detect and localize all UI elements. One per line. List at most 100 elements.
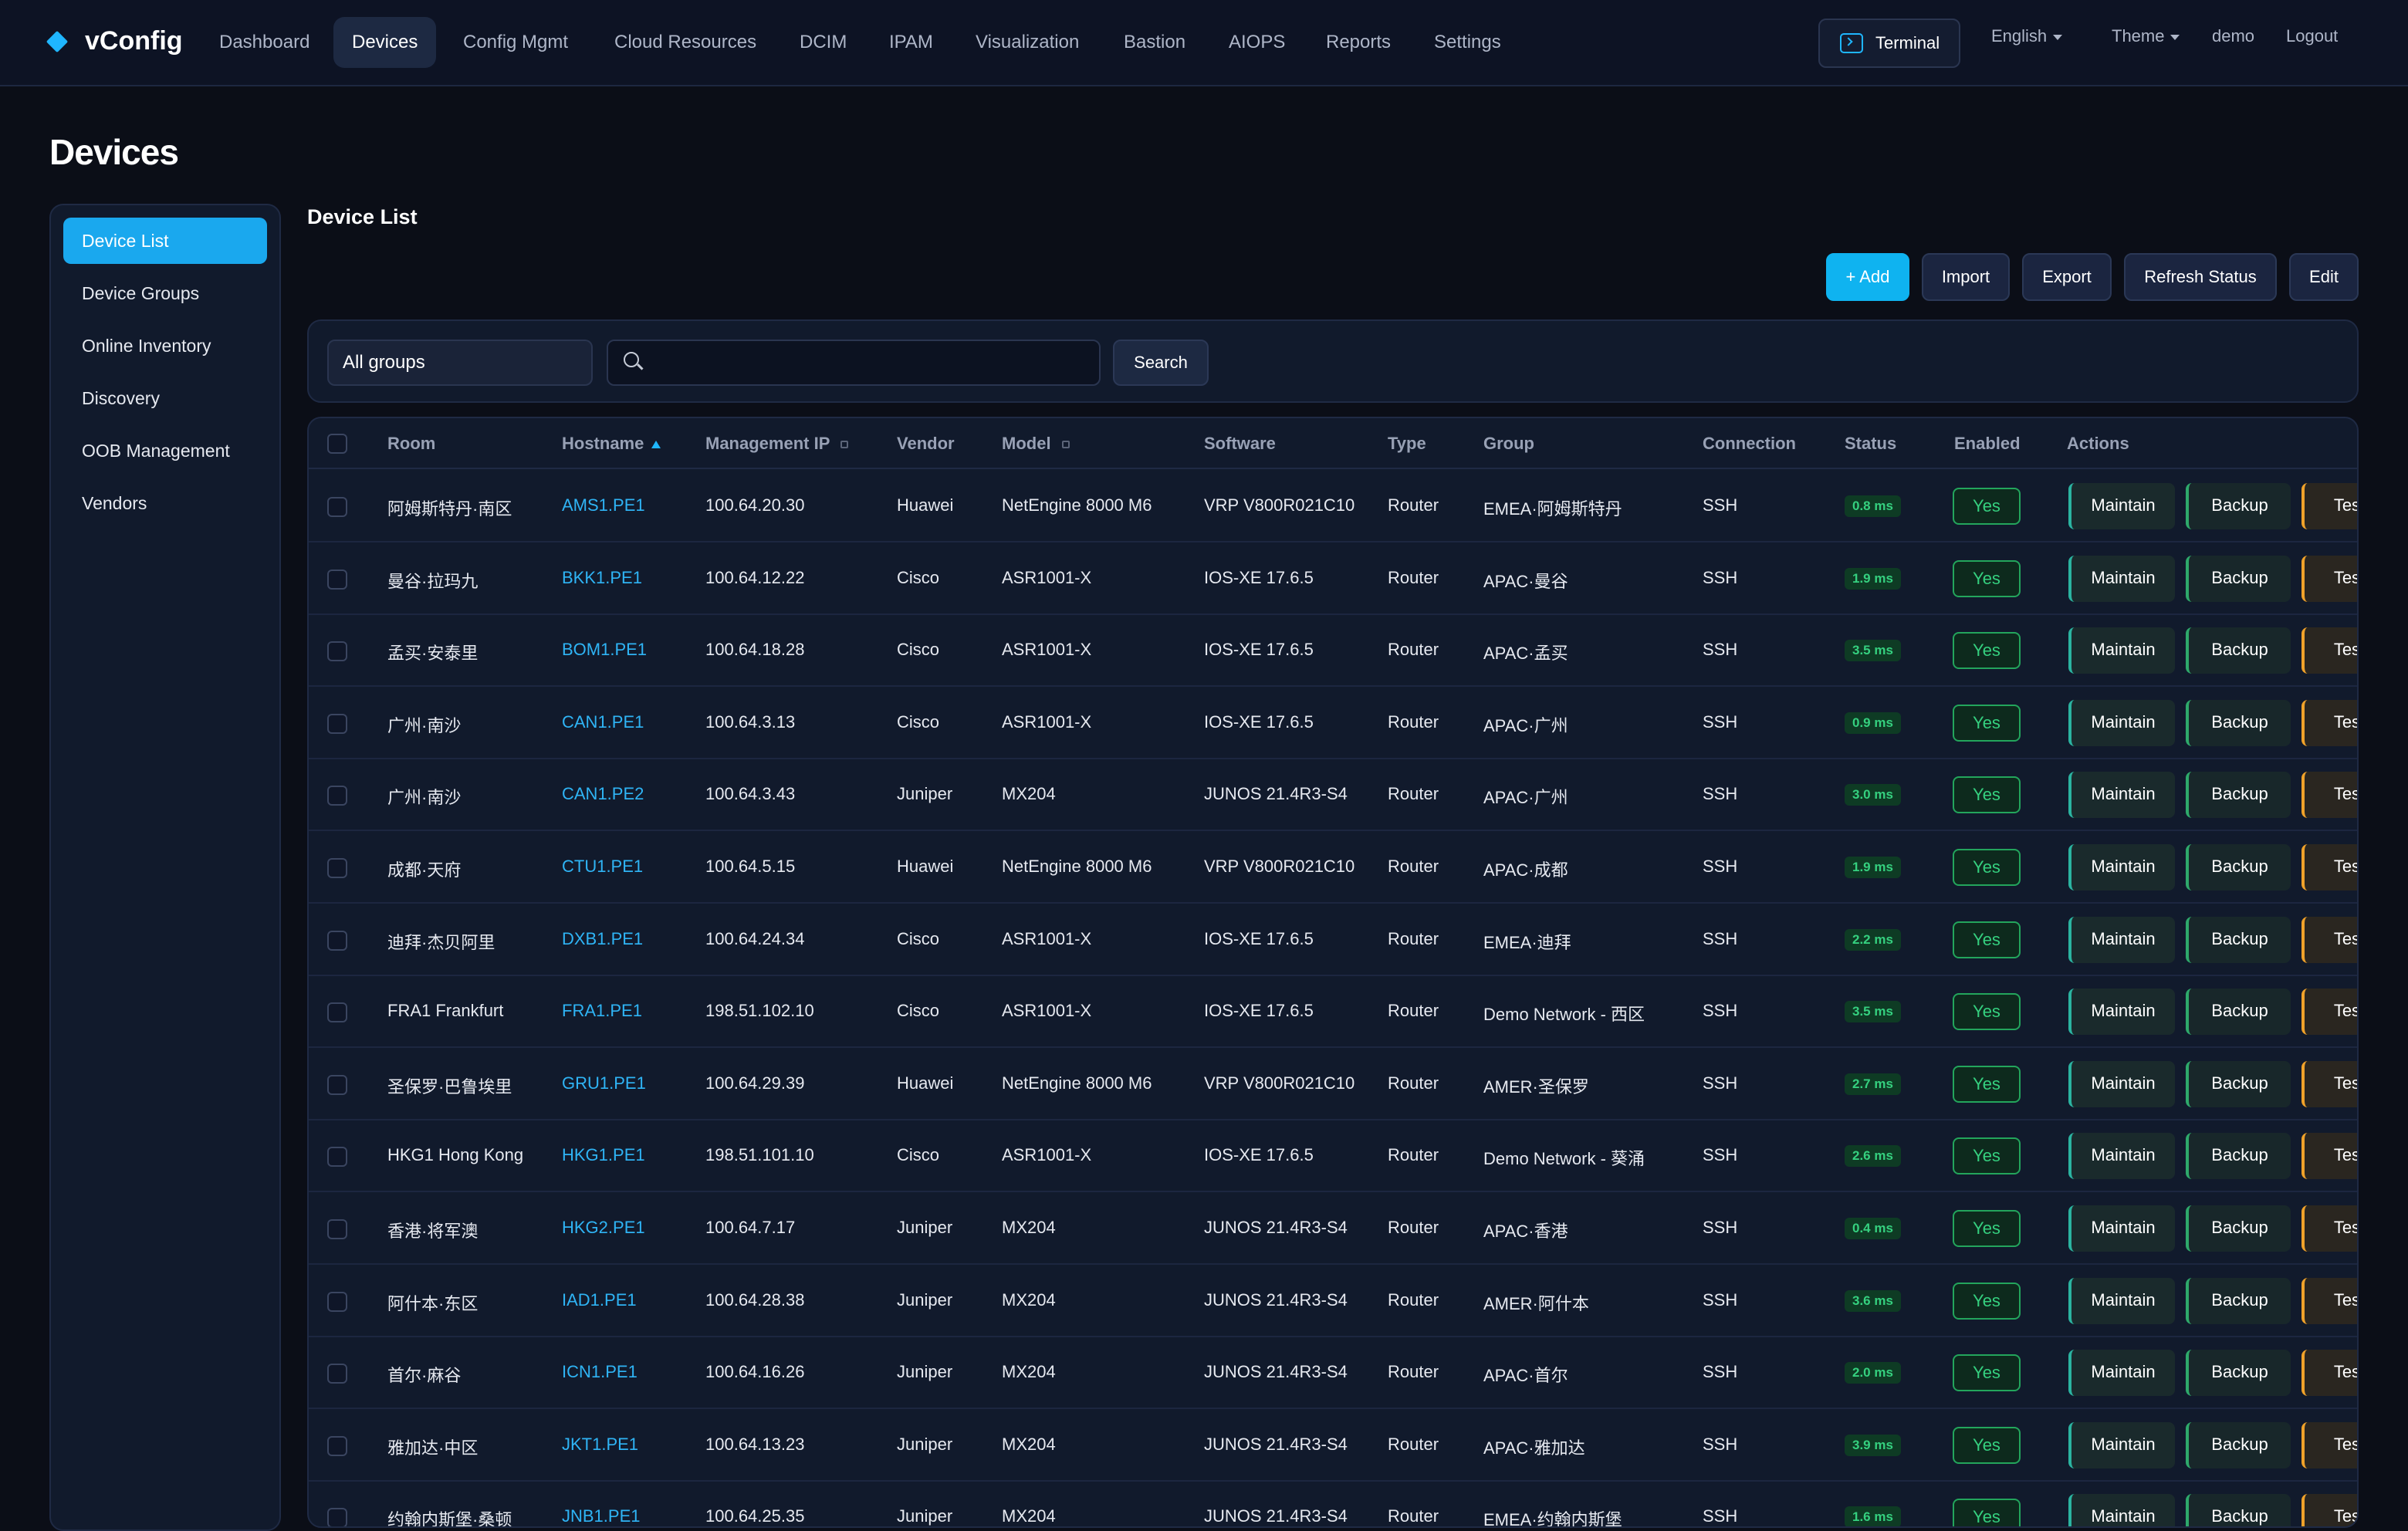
row-checkbox[interactable] (327, 1219, 347, 1239)
backup-button[interactable]: Backup (2186, 1133, 2291, 1180)
cell-hostname[interactable]: BKK1.PE1 (562, 568, 642, 588)
test-button[interactable]: Test (2301, 1133, 2357, 1180)
column-hostname[interactable]: Hostname (562, 434, 661, 454)
enabled-badge[interactable]: Yes (1953, 1426, 2021, 1464)
maintain-button[interactable]: Maintain (2068, 1205, 2175, 1252)
sidebar-item-online-inventory[interactable]: Online Inventory (63, 323, 267, 369)
row-checkbox[interactable] (327, 713, 347, 734)
refresh-status-button[interactable]: Refresh Status (2124, 253, 2277, 301)
cell-hostname[interactable]: JKT1.PE1 (562, 1435, 638, 1455)
nav-dashboard[interactable]: Dashboard (201, 17, 328, 68)
row-checkbox[interactable] (327, 1508, 347, 1526)
row-checkbox[interactable] (327, 930, 347, 951)
test-button[interactable]: Test (2301, 989, 2357, 1036)
row-checkbox[interactable] (327, 641, 347, 662)
column-software[interactable]: Software (1204, 434, 1276, 454)
cell-hostname[interactable]: CTU1.PE1 (562, 857, 643, 877)
enabled-badge[interactable]: Yes (1953, 921, 2021, 958)
test-button[interactable]: Test (2301, 844, 2357, 891)
test-button[interactable]: Test (2301, 1350, 2357, 1397)
enabled-badge[interactable]: Yes (1953, 559, 2021, 597)
maintain-button[interactable]: Maintain (2068, 483, 2175, 529)
sidebar-item-discovery[interactable]: Discovery (63, 375, 267, 421)
enabled-badge[interactable]: Yes (1953, 849, 2021, 886)
column-settings-icon[interactable] (1061, 441, 1070, 449)
maintain-button[interactable]: Maintain (2068, 627, 2175, 674)
nav-aiops[interactable]: AIOPS (1210, 17, 1304, 68)
nav-cloud-resources[interactable]: Cloud Resources (596, 17, 775, 68)
column-type[interactable]: Type (1388, 434, 1426, 454)
cell-hostname[interactable]: BOM1.PE1 (562, 640, 647, 660)
brand[interactable]: vConfig (46, 26, 183, 56)
column-vendor[interactable]: Vendor (897, 434, 955, 454)
backup-button[interactable]: Backup (2186, 844, 2291, 891)
sidebar-item-device-groups[interactable]: Device Groups (63, 270, 267, 316)
cell-hostname[interactable]: AMS1.PE1 (562, 495, 645, 515)
enabled-badge[interactable]: Yes (1953, 488, 2021, 525)
backup-button[interactable]: Backup (2186, 772, 2291, 819)
cell-hostname[interactable]: ICN1.PE1 (562, 1362, 638, 1382)
test-button[interactable]: Test (2301, 483, 2357, 529)
enabled-badge[interactable]: Yes (1953, 1282, 2021, 1320)
nav-visualization[interactable]: Visualization (957, 17, 1097, 68)
maintain-button[interactable]: Maintain (2068, 772, 2175, 819)
cell-hostname[interactable]: HKG2.PE1 (562, 1218, 645, 1238)
row-checkbox[interactable] (327, 858, 347, 878)
search-button[interactable]: Search (1113, 340, 1209, 386)
sidebar-item-device-list[interactable]: Device List (63, 218, 267, 264)
terminal-button[interactable]: Terminal (1818, 19, 1960, 68)
test-button[interactable]: Test (2301, 1205, 2357, 1252)
nav-ipam[interactable]: IPAM (871, 17, 952, 68)
maintain-button[interactable]: Maintain (2068, 1350, 2175, 1397)
enabled-badge[interactable]: Yes (1953, 1354, 2021, 1392)
nav-settings[interactable]: Settings (1415, 17, 1520, 68)
maintain-button[interactable]: Maintain (2068, 1494, 2175, 1526)
column-settings-icon[interactable] (840, 441, 849, 449)
export-button[interactable]: Export (2022, 253, 2112, 301)
enabled-badge[interactable]: Yes (1953, 632, 2021, 670)
enabled-badge[interactable]: Yes (1953, 1065, 2021, 1103)
cell-hostname[interactable]: DXB1.PE1 (562, 929, 643, 949)
row-checkbox[interactable] (327, 1291, 347, 1312)
enabled-badge[interactable]: Yes (1953, 993, 2021, 1031)
logout-link[interactable]: Logout (2286, 26, 2338, 46)
test-button[interactable]: Test (2301, 772, 2357, 819)
column-status[interactable]: Status (1845, 434, 1896, 454)
enabled-badge[interactable]: Yes (1953, 1137, 2021, 1175)
backup-button[interactable]: Backup (2186, 1205, 2291, 1252)
test-button[interactable]: Test (2301, 1060, 2357, 1107)
row-checkbox[interactable] (327, 786, 347, 806)
test-button[interactable]: Test (2301, 1421, 2357, 1468)
cell-hostname[interactable]: CAN1.PE2 (562, 784, 644, 804)
test-button[interactable]: Test (2301, 916, 2357, 963)
cell-hostname[interactable]: GRU1.PE1 (562, 1073, 646, 1093)
column-room[interactable]: Room (387, 434, 435, 454)
cell-hostname[interactable]: CAN1.PE1 (562, 712, 644, 732)
maintain-button[interactable]: Maintain (2068, 1421, 2175, 1468)
backup-button[interactable]: Backup (2186, 483, 2291, 529)
sidebar-item-oob-management[interactable]: OOB Management (63, 428, 267, 474)
backup-button[interactable]: Backup (2186, 1060, 2291, 1107)
test-button[interactable]: Test (2301, 1277, 2357, 1324)
theme-dropdown[interactable]: Theme (2112, 26, 2180, 46)
row-checkbox[interactable] (327, 1002, 347, 1023)
maintain-button[interactable]: Maintain (2068, 989, 2175, 1036)
add-button[interactable]: + Add (1826, 253, 1909, 301)
maintain-button[interactable]: Maintain (2068, 699, 2175, 746)
cell-hostname[interactable]: IAD1.PE1 (562, 1290, 637, 1310)
language-dropdown[interactable]: English (1991, 26, 2063, 46)
group-select[interactable]: All groups (327, 340, 593, 386)
maintain-button[interactable]: Maintain (2068, 1133, 2175, 1180)
maintain-button[interactable]: Maintain (2068, 916, 2175, 963)
row-checkbox[interactable] (327, 1435, 347, 1456)
backup-button[interactable]: Backup (2186, 1277, 2291, 1324)
row-checkbox[interactable] (327, 1074, 347, 1095)
cell-hostname[interactable]: FRA1.PE1 (562, 1001, 642, 1021)
enabled-badge[interactable]: Yes (1953, 1499, 2021, 1526)
row-checkbox[interactable] (327, 497, 347, 517)
select-all-checkbox[interactable] (327, 434, 347, 454)
backup-button[interactable]: Backup (2186, 1421, 2291, 1468)
row-checkbox[interactable] (327, 1364, 347, 1384)
column-model[interactable]: Model (1002, 434, 1070, 454)
cell-hostname[interactable]: JNB1.PE1 (562, 1506, 641, 1526)
